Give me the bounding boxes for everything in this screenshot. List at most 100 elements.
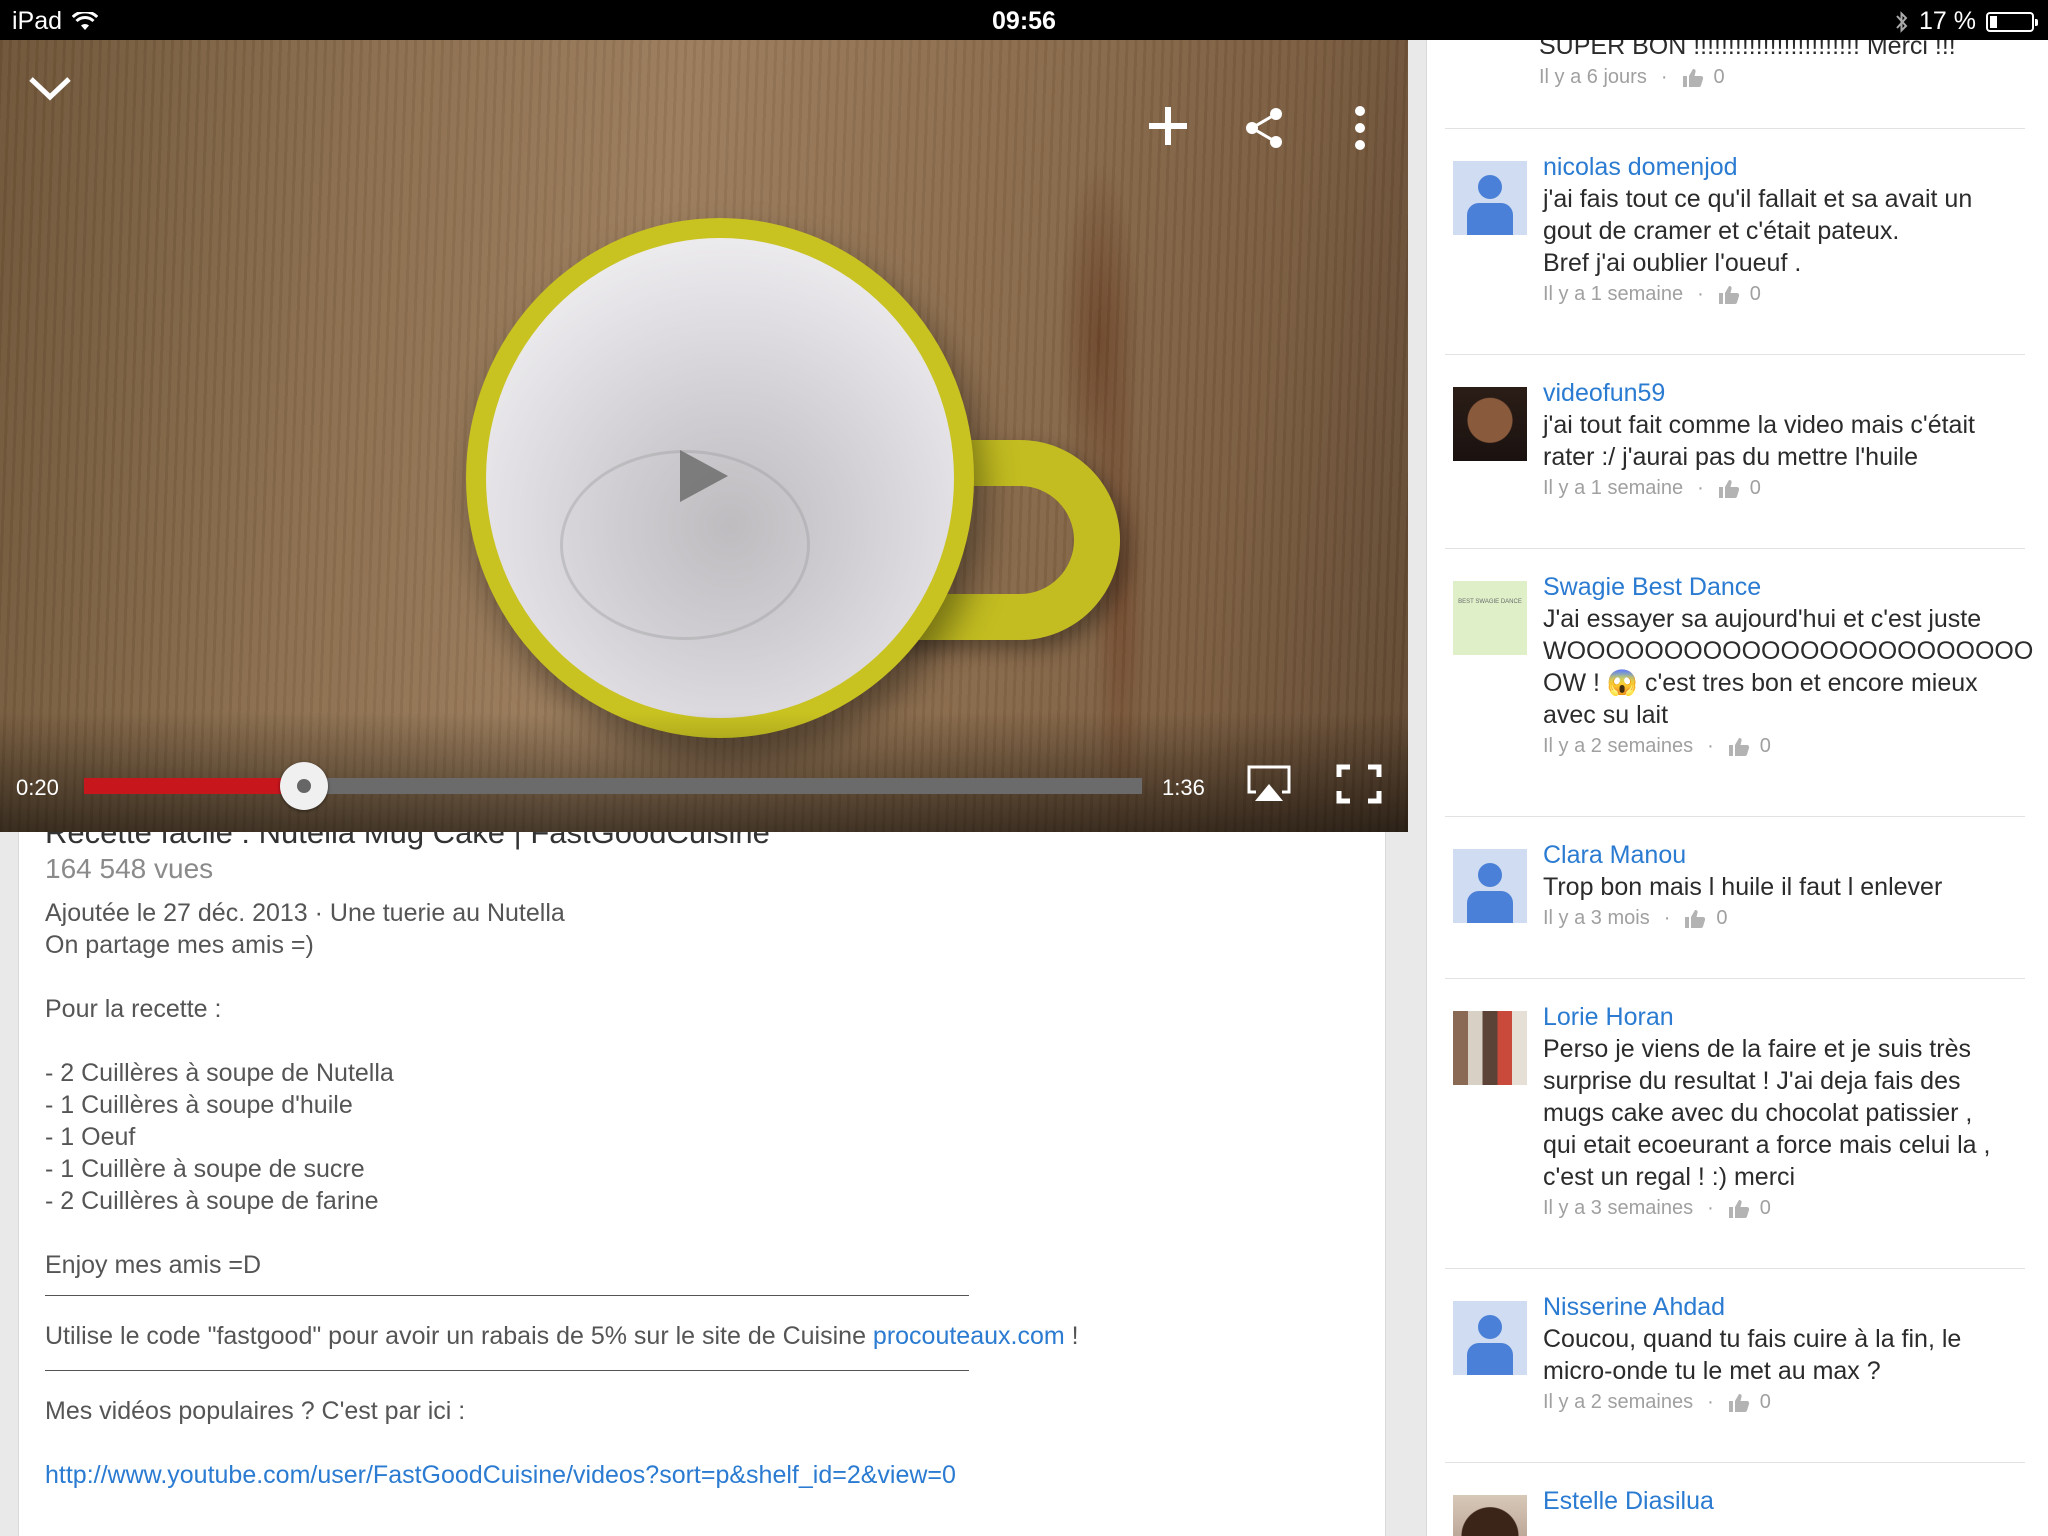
like-count: 0 xyxy=(1749,477,1761,499)
avatar-body xyxy=(1467,203,1513,235)
description-divider xyxy=(45,1295,969,1296)
comment-time: Il y a 6 jours xyxy=(1539,66,1647,88)
seek-bar-played xyxy=(84,778,305,794)
play-icon[interactable] xyxy=(680,450,728,502)
chevron-down-icon[interactable] xyxy=(22,68,78,108)
avatar-head xyxy=(1478,1315,1502,1339)
comment-text: SUPER BON !!!!!!!!!!!!!!!!!!!!!!!! Merci… xyxy=(1539,40,1956,60)
video-description: Ajoutée le 27 déc. 2013 · Une tuerie au … xyxy=(45,897,1345,1491)
comment-meta: Il y a 3 semaines · 0 xyxy=(1543,1197,1771,1219)
avatar[interactable] xyxy=(1453,1495,1527,1536)
video-player[interactable]: 0:20 1:36 xyxy=(0,40,1408,832)
avatar[interactable] xyxy=(1453,1011,1527,1085)
comment-text: j'ai tout fait comme la video mais c'éta… xyxy=(1543,411,1975,471)
duration: 1:36 xyxy=(1162,775,1205,800)
description-line: Enjoy mes amis =D xyxy=(45,1251,262,1279)
comment-text: Trop bon mais l huile il faut l enlever xyxy=(1543,873,1943,901)
comment-text: j'ai fais tout ce qu'il fallait et sa av… xyxy=(1543,185,1973,277)
comment-time: Il y a 1 semaine xyxy=(1543,283,1684,305)
app-root: iPad 09:56 17 % Recette facile : Nutella… xyxy=(0,0,2048,1536)
current-time: 0:20 xyxy=(16,775,59,800)
comment-meta: Il y a 2 semaines · 0 xyxy=(1543,735,1771,757)
bluetooth-icon xyxy=(1896,10,1908,33)
promo-link[interactable]: procouteaux.com xyxy=(873,1322,1065,1350)
comment-meta: Il y a 1 semaine · 0 xyxy=(1543,283,1761,305)
comment-item: Lorie Horan Perso je viens de la faire et… xyxy=(1445,978,2025,1219)
avatar-body xyxy=(1467,891,1513,923)
description-line: Ajoutée le 27 déc. 2013 · Une tuerie au … xyxy=(45,899,565,927)
description-line: Pour la recette : xyxy=(45,995,222,1023)
avatar-head xyxy=(1478,863,1502,887)
description-line xyxy=(45,961,1345,993)
description-line: On partage mes amis =) xyxy=(45,931,314,959)
like-count: 0 xyxy=(1716,907,1728,929)
thumbs-up-icon[interactable] xyxy=(1728,1199,1750,1219)
comment-meta: Il y a 2 semaines · 0 xyxy=(1543,1391,1771,1413)
status-bar: iPad 09:56 17 % xyxy=(0,0,2048,40)
comment-item: Nisserine Ahdad Coucou, quand tu fais cui… xyxy=(1445,1268,2025,1413)
promo-line: Utilise le code "fastgood" pour avoir un… xyxy=(45,1320,1345,1352)
avatar[interactable] xyxy=(1453,849,1527,923)
like-count: 0 xyxy=(1759,1197,1771,1219)
comment-item: videofun59 j'ai tout fait comme la video … xyxy=(1445,354,2025,499)
video-details-panel: Recette facile : Nutella Mug Cake | Fast… xyxy=(18,828,1386,1536)
description-line xyxy=(45,1217,1345,1249)
description-line: - 2 Cuillères à soupe de Nutella xyxy=(45,1059,394,1087)
airplay-icon[interactable] xyxy=(1244,762,1294,806)
avatar[interactable] xyxy=(1453,1301,1527,1375)
comment-item: Estelle Diasilua xyxy=(1445,1462,2025,1536)
comment-author[interactable]: Lorie Horan xyxy=(1543,1001,2003,1033)
comment-partial: SUPER BON !!!!!!!!!!!!!!!!!!!!!!!! Merci… xyxy=(1427,40,2048,128)
avatar[interactable] xyxy=(1453,387,1527,461)
comment-time: Il y a 2 semaines xyxy=(1543,1391,1694,1413)
popular-videos-link[interactable]: http://www.youtube.com/user/FastGoodCuis… xyxy=(45,1461,956,1489)
comment-item: BEST SWAGIE DANCE Swagie Best Dance J'ai e… xyxy=(1445,548,2033,757)
comment-author[interactable]: nicolas domenjod xyxy=(1543,151,2003,183)
avatar[interactable]: BEST SWAGIE DANCE xyxy=(1453,581,1527,655)
avatar[interactable] xyxy=(1453,161,1527,235)
comment-author[interactable]: Swagie Best Dance xyxy=(1543,571,2003,603)
comment-author[interactable]: Estelle Diasilua xyxy=(1543,1485,2003,1517)
fullscreen-icon[interactable] xyxy=(1334,762,1384,806)
promo-text: Utilise le code "fastgood" pour avoir un… xyxy=(45,1322,873,1350)
battery-fill xyxy=(1990,15,1997,28)
status-right: 17 % xyxy=(1895,7,2038,36)
comment-meta: Il y a 3 mois · 0 xyxy=(1543,907,1728,929)
share-icon[interactable] xyxy=(1240,104,1288,152)
comment-item: nicolas domenjod j'ai fais tout ce qu'il … xyxy=(1445,128,2025,305)
description-line: - 1 Cuillères à soupe d'huile xyxy=(45,1091,353,1119)
description-line: - 1 Oeuf xyxy=(45,1123,136,1151)
comments-panel[interactable]: SUPER BON !!!!!!!!!!!!!!!!!!!!!!!! Merci… xyxy=(1426,40,2048,1536)
battery-percent: 17 % xyxy=(1919,7,1976,35)
comment-item: Clara Manou Trop bon mais l huile il faut… xyxy=(1445,816,2025,929)
comment-time: Il y a 3 semaines xyxy=(1543,1197,1694,1219)
comment-time: Il y a 2 semaines xyxy=(1543,735,1694,757)
battery-icon xyxy=(1986,11,2038,32)
comment-meta: Il y a 1 semaine · 0 xyxy=(1543,477,1761,499)
comment-author[interactable]: videofun59 xyxy=(1543,377,2003,409)
like-count: 0 xyxy=(1749,283,1761,305)
thumbs-up-icon[interactable] xyxy=(1728,1393,1750,1413)
comment-text: Perso je viens de la faire et je suis tr… xyxy=(1543,1035,1991,1191)
plus-icon[interactable] xyxy=(1144,102,1192,150)
comment-time: Il y a 3 mois xyxy=(1543,907,1650,929)
thumbs-up-icon[interactable] xyxy=(1684,909,1706,929)
comment-time: Il y a 1 semaine xyxy=(1543,477,1684,499)
comment-author[interactable]: Clara Manou xyxy=(1543,839,2003,871)
thumbs-up-icon[interactable] xyxy=(1682,68,1704,88)
description-lines: Ajoutée le 27 déc. 2013 · Une tuerie au … xyxy=(45,897,1345,1281)
avatar-head xyxy=(1478,175,1502,199)
controls-shade xyxy=(0,712,1408,832)
description-line xyxy=(45,1025,1345,1057)
description-divider xyxy=(45,1370,969,1371)
thumbs-up-icon[interactable] xyxy=(1728,737,1750,757)
thumbs-up-icon[interactable] xyxy=(1718,285,1740,305)
like-count: 0 xyxy=(1759,1391,1771,1413)
thumbs-up-icon[interactable] xyxy=(1718,479,1740,499)
like-count: 0 xyxy=(1713,66,1725,88)
more-vertical-icon[interactable] xyxy=(1336,104,1384,152)
seek-bar[interactable] xyxy=(84,778,1142,794)
view-count: 164 548 vues xyxy=(45,853,214,884)
popular-line: Mes vidéos populaires ? C'est par ici : xyxy=(45,1397,466,1425)
comment-author[interactable]: Nisserine Ahdad xyxy=(1543,1291,2003,1323)
